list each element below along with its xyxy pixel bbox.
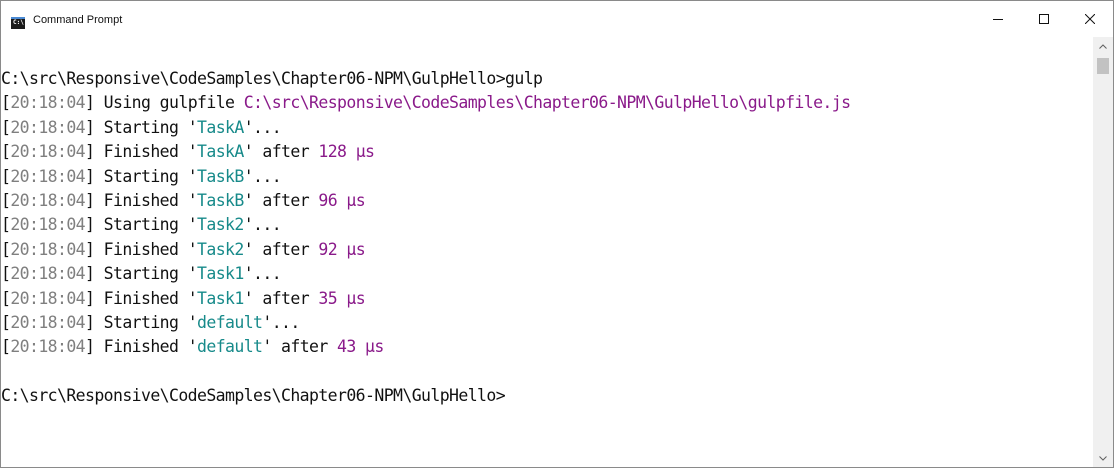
console-line: [20:18:04] Starting 'default'...: [1, 311, 1091, 335]
minimize-button[interactable]: [975, 1, 1021, 37]
console-text-segment: [: [1, 239, 11, 259]
console-text-segment: [: [1, 190, 11, 210]
duration-value: 96 μs: [318, 190, 366, 210]
timestamp: 20:18:04: [10, 288, 86, 308]
console-text-segment: ] Finished ': [85, 142, 198, 162]
maximize-icon: [1039, 14, 1049, 24]
task-name: TaskA: [197, 117, 244, 137]
console-text-segment: [: [1, 215, 11, 235]
console-text-segment: ] Finished ': [85, 190, 198, 210]
duration-value: 43 μs: [337, 337, 384, 357]
console-text-segment: ' after: [243, 288, 319, 308]
cmd-icon[interactable]: C:\: [11, 17, 25, 29]
console-line: [20:18:04] Starting 'TaskB'...: [1, 165, 1091, 189]
timestamp: 20:18:04: [10, 142, 86, 162]
timestamp: 20:18:04: [10, 312, 86, 332]
console-line: C:\src\Responsive\CodeSamples\Chapter06-…: [1, 67, 1091, 91]
console-line: [20:18:04] Finished 'Task2' after 92 μs: [1, 238, 1091, 262]
console-text-segment: ] Starting ': [85, 117, 198, 137]
window-title: Command Prompt: [33, 14, 123, 26]
console-output[interactable]: C:\src\Responsive\CodeSamples\Chapter06-…: [1, 37, 1091, 467]
task-name: default: [197, 312, 263, 332]
timestamp: 20:18:04: [10, 93, 86, 113]
console-line: [20:18:04] Starting 'Task2'...: [1, 213, 1091, 237]
console-text-segment: ' after: [243, 142, 319, 162]
console-text-segment: '...: [243, 166, 282, 186]
console-text-segment: ] Starting ': [85, 215, 198, 235]
console-text-segment: ] Using gulpfile: [85, 93, 244, 113]
vertical-scrollbar[interactable]: [1093, 37, 1113, 467]
task-name: default: [197, 337, 263, 357]
timestamp: 20:18:04: [10, 190, 86, 210]
timestamp: 20:18:04: [10, 239, 86, 259]
console-text-segment: [: [1, 312, 11, 332]
scroll-up-button[interactable]: [1093, 37, 1113, 55]
task-name: Task2: [197, 239, 244, 259]
console-text-segment: '...: [243, 117, 282, 137]
console-text-segment: ' after: [243, 239, 319, 259]
task-name: TaskB: [197, 166, 244, 186]
scroll-thumb[interactable]: [1097, 58, 1109, 74]
minimize-icon: [993, 19, 1003, 20]
console-text-segment: ] Starting ': [85, 312, 198, 332]
console-text-segment: '...: [262, 312, 300, 332]
console-line: [20:18:04] Starting 'TaskA'...: [1, 116, 1091, 140]
task-name: TaskB: [197, 190, 244, 210]
console-text-segment: ] Starting ': [85, 166, 198, 186]
console-text-segment: '...: [243, 264, 282, 284]
console-text-segment: ' after: [262, 337, 338, 357]
console-line: [20:18:04] Using gulpfile C:\src\Respons…: [1, 91, 1091, 115]
console-text-segment: [: [1, 288, 11, 308]
console-line: [20:18:04] Finished 'TaskB' after 96 μs: [1, 189, 1091, 213]
console-text-segment: '...: [243, 215, 282, 235]
console-text-segment: [: [1, 117, 11, 137]
command-prompt-window: C:\ Command Prompt C:\src\Responsive\Cod…: [0, 0, 1114, 468]
console-text-segment: C:\src\Responsive\CodeSamples\Chapter06-…: [1, 386, 506, 406]
console-text-segment: ] Finished ': [85, 239, 198, 259]
console-text-segment: [: [1, 264, 11, 284]
task-name: Task1: [197, 264, 244, 284]
console-text-segment: ] Finished ': [85, 288, 198, 308]
console-text-segment: [: [1, 93, 11, 113]
duration-value: 128 μs: [318, 142, 375, 162]
scroll-down-button[interactable]: [1093, 449, 1113, 467]
maximize-button[interactable]: [1021, 1, 1067, 37]
console-text-segment: C:\src\Responsive\CodeSamples\Chapter06-…: [1, 69, 543, 88]
scroll-up-arrow-icon: [1099, 43, 1107, 49]
console-text-segment: [: [1, 337, 11, 357]
file-path: C:\src\Responsive\CodeSamples\Chapter06-…: [243, 93, 851, 113]
task-name: TaskA: [197, 142, 244, 162]
console-line: [20:18:04] Finished 'TaskA' after 128 μs: [1, 140, 1091, 164]
timestamp: 20:18:04: [10, 264, 86, 284]
close-icon: [1085, 14, 1095, 24]
timestamp: 20:18:04: [10, 166, 86, 186]
timestamp: 20:18:04: [10, 117, 86, 137]
close-button[interactable]: [1067, 1, 1113, 37]
console-line: [20:18:04] Starting 'Task1'...: [1, 262, 1091, 286]
console-text: C:\src\Responsive\CodeSamples\Chapter06-…: [1, 37, 1091, 408]
console-text-segment: [: [1, 166, 11, 186]
console-text-segment: ] Starting ': [85, 264, 198, 284]
timestamp: 20:18:04: [10, 337, 86, 357]
console-text-segment: ] Finished ': [85, 337, 198, 357]
console-line: [20:18:04] Finished 'default' after 43 μ…: [1, 335, 1091, 359]
console-text-segment: [: [1, 142, 11, 162]
console-line: C:\src\Responsive\CodeSamples\Chapter06-…: [1, 384, 1091, 408]
timestamp: 20:18:04: [10, 215, 86, 235]
duration-value: 92 μs: [318, 239, 366, 259]
title-bar[interactable]: C:\ Command Prompt: [1, 1, 1113, 37]
console-line: [20:18:04] Finished 'Task1' after 35 μs: [1, 287, 1091, 311]
console-text-segment: ' after: [243, 190, 319, 210]
task-name: Task1: [197, 288, 244, 308]
task-name: Task2: [197, 215, 244, 235]
duration-value: 35 μs: [318, 288, 366, 308]
scroll-down-arrow-icon: [1099, 455, 1107, 461]
